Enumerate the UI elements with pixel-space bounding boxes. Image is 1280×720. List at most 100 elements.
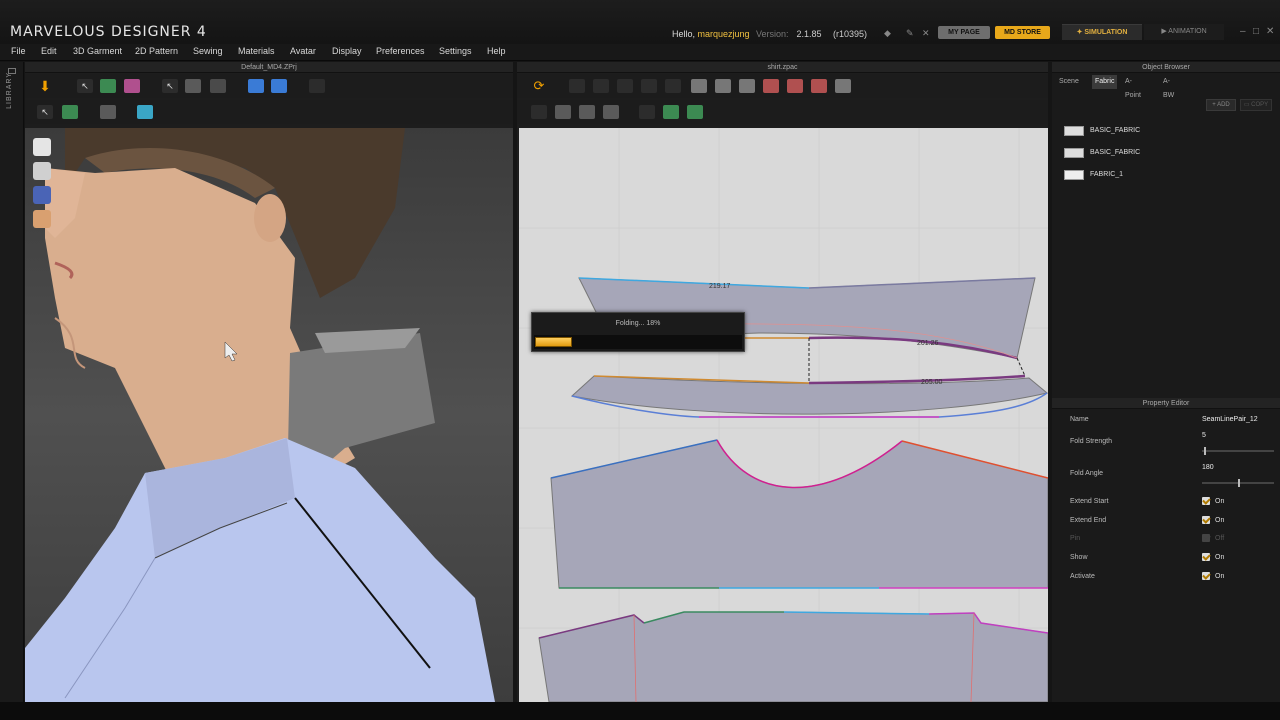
menu-preferences[interactable]: Preferences	[376, 46, 425, 56]
trace-icon[interactable]	[835, 79, 851, 93]
prop-name-value[interactable]: SeamLinePair_12	[1202, 416, 1258, 423]
pin-tool-icon[interactable]: ↖	[162, 79, 178, 93]
sewing-line-2	[1016, 357, 1026, 377]
select-move-icon[interactable]: ↖	[77, 79, 93, 93]
avatar-front-icon[interactable]	[33, 138, 51, 156]
property-editor-title: Property Editor	[1142, 400, 1190, 407]
greeting-prefix: Hello,	[672, 29, 696, 39]
fold-angle-slider[interactable]	[1202, 479, 1274, 487]
texture-transform-icon[interactable]	[687, 105, 703, 119]
animation-mode-tab[interactable]: ▶ ANIMATION	[1144, 24, 1224, 40]
extend-end-label: Extend End	[1070, 517, 1107, 524]
segment-sewing-icon[interactable]	[555, 105, 571, 119]
fold-strength-knob[interactable]	[1204, 447, 1206, 455]
menu-edit[interactable]: Edit	[41, 46, 57, 56]
tab-fabric[interactable]: Fabric	[1092, 75, 1118, 89]
fold-strength-slider[interactable]	[1202, 447, 1274, 455]
internal-rect-icon[interactable]	[787, 79, 803, 93]
measure-tool-icon[interactable]	[271, 79, 287, 93]
avatar-tool-icon[interactable]	[210, 79, 226, 93]
activate-checkbox[interactable]	[1202, 572, 1210, 580]
copy-fabric-button[interactable]: ▭ COPY	[1240, 99, 1272, 111]
minimize-icon[interactable]: –	[1240, 26, 1246, 37]
fabric-item[interactable]: BASIC_FABRIC	[1064, 126, 1224, 138]
fabric-name: BASIC_FABRIC	[1090, 149, 1141, 156]
fabric-item[interactable]: FABRIC_1	[1064, 170, 1224, 182]
transform-tool-icon[interactable]	[309, 79, 325, 93]
select-sewing-icon[interactable]	[531, 105, 547, 119]
free-sewing-icon[interactable]	[579, 105, 595, 119]
menu-display[interactable]: Display	[332, 46, 362, 56]
menu-2d-pattern[interactable]: 2D Pattern	[135, 46, 178, 56]
version-info: Version: 2.1.85	[756, 29, 822, 39]
texture-icon[interactable]	[137, 105, 153, 119]
simulation-mode-tab[interactable]: ✦ SIMULATION	[1062, 24, 1142, 40]
viewport-2d[interactable]: 219.17 201.26 205.00 Folding... 18%	[519, 128, 1048, 702]
fabric-swatch	[1064, 126, 1084, 136]
menu-sewing[interactable]: Sewing	[193, 46, 223, 56]
sewing-3d-icon[interactable]	[100, 105, 116, 119]
simulate-icon[interactable]: ⬇	[37, 79, 53, 93]
fabric-item[interactable]: BASIC_FABRIC	[1064, 148, 1224, 160]
texture-edit-icon[interactable]	[639, 105, 655, 119]
select-icon[interactable]: ↖	[37, 105, 53, 119]
toolbar-2d-row1: ⟳	[517, 74, 1048, 98]
menu-file[interactable]: File	[11, 46, 26, 56]
tack-tool-icon[interactable]	[185, 79, 201, 93]
md-store-button[interactable]: MD STORE	[995, 26, 1050, 39]
skin-view-icon[interactable]	[33, 210, 51, 228]
dart-icon[interactable]	[763, 79, 779, 93]
shirt-tool-icon[interactable]	[248, 79, 264, 93]
property-editor-header: Property Editor	[1052, 398, 1280, 409]
menu-materials[interactable]: Materials	[238, 46, 275, 56]
fold-angle-knob[interactable]	[1238, 479, 1240, 487]
edit-curvature-icon[interactable]	[617, 79, 633, 93]
tab-a-bw[interactable]: A-BW	[1160, 75, 1177, 99]
fold-angle-value[interactable]: 180	[1202, 464, 1214, 471]
tools-icon[interactable]: ✕	[922, 28, 932, 38]
pattern-canvas: 219.17 201.26 205.00	[519, 128, 1048, 702]
extend-start-checkbox[interactable]	[1202, 497, 1210, 505]
settings-icon[interactable]: ✎	[906, 28, 916, 38]
fold-strength-value[interactable]: 5	[1202, 432, 1206, 439]
extend-end-checkbox[interactable]	[1202, 516, 1210, 524]
garment-view-icon[interactable]	[33, 186, 51, 204]
fit-tool-icon[interactable]	[124, 79, 140, 93]
tab-a-point[interactable]: A-Point	[1122, 75, 1144, 99]
show-label: Show	[1070, 554, 1088, 561]
pattern-collar-stand[interactable]	[570, 375, 1048, 415]
add-point-icon[interactable]	[641, 79, 657, 93]
viewport-3d[interactable]	[25, 128, 513, 702]
menu-3d-garment[interactable]: 3D Garment	[73, 46, 122, 56]
add-fabric-button[interactable]: + ADD	[1206, 99, 1236, 111]
pattern-back-body[interactable]	[550, 439, 1048, 589]
pin-value: Off	[1215, 535, 1225, 542]
toolbar-3d-row2: ↖	[25, 100, 513, 124]
menu-avatar[interactable]: Avatar	[290, 46, 316, 56]
tack-sewing-icon[interactable]	[603, 105, 619, 119]
polygon-icon[interactable]	[715, 79, 731, 93]
cut-icon[interactable]	[665, 79, 681, 93]
maximize-icon[interactable]: □	[1253, 26, 1259, 37]
help-icon[interactable]: ◆	[884, 28, 894, 38]
show-checkbox[interactable]	[1202, 553, 1210, 561]
garment-tool-icon[interactable]	[100, 79, 116, 93]
my-page-button[interactable]: MY PAGE	[938, 26, 990, 39]
tab-scene[interactable]: Scene	[1056, 75, 1082, 89]
rectangle-icon[interactable]	[691, 79, 707, 93]
edit-pattern-icon[interactable]	[569, 79, 585, 93]
username[interactable]: marquezjung	[698, 29, 750, 39]
internal-circle-icon[interactable]	[811, 79, 827, 93]
sync-icon[interactable]: ⟳	[531, 79, 547, 93]
library-strip[interactable]: LIBRARY	[0, 62, 24, 702]
extend-start-label: Extend Start	[1070, 498, 1109, 505]
texture-grid-icon[interactable]	[663, 105, 679, 119]
avatar-side-icon[interactable]	[33, 162, 51, 180]
circle-icon[interactable]	[739, 79, 755, 93]
library-label[interactable]: LIBRARY	[6, 72, 13, 109]
edit-point-icon[interactable]	[593, 79, 609, 93]
grid-icon[interactable]	[62, 105, 78, 119]
menu-help[interactable]: Help	[487, 46, 506, 56]
menu-settings[interactable]: Settings	[439, 46, 472, 56]
close-icon[interactable]: ✕	[1266, 26, 1274, 37]
